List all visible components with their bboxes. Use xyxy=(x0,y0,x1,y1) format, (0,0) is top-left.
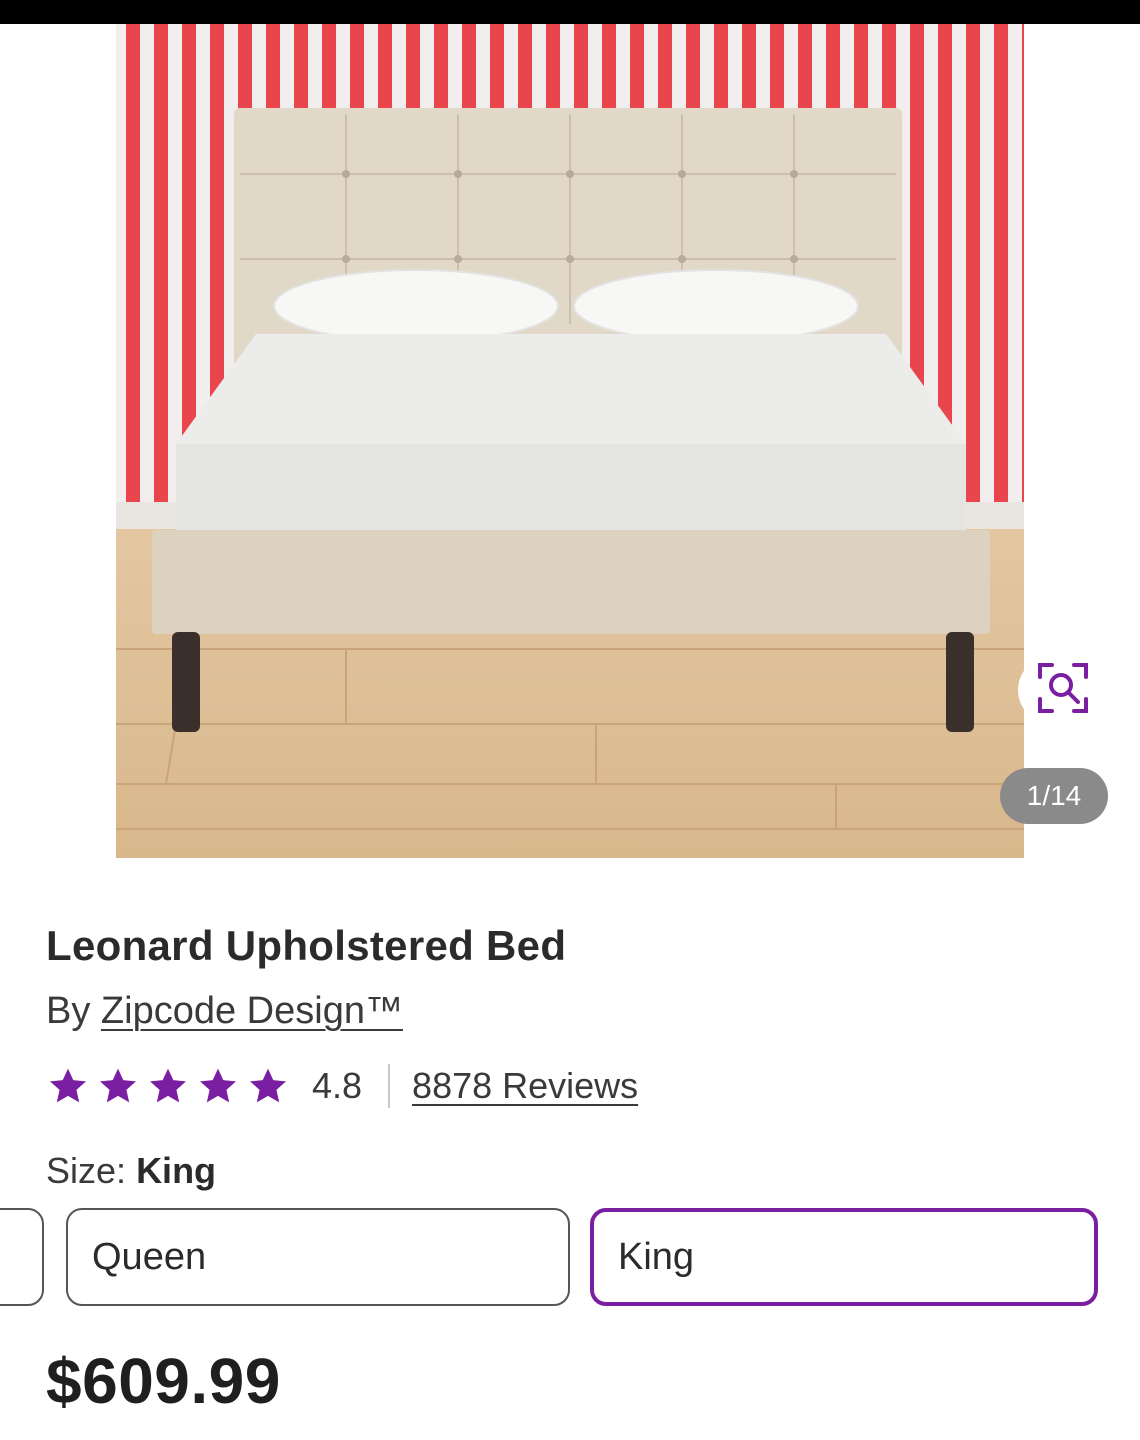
zoom-search-icon xyxy=(1036,661,1090,720)
star-icon xyxy=(100,1068,136,1103)
star-icon xyxy=(50,1068,86,1103)
bed-illustration xyxy=(116,24,1024,858)
brand-line: By Zipcode Design™ xyxy=(46,990,403,1033)
star-icon xyxy=(250,1068,286,1103)
image-counter: 1/14 xyxy=(1000,768,1108,824)
status-bar xyxy=(0,0,1140,24)
brand-prefix: By xyxy=(46,990,91,1032)
reviews-link[interactable]: 8878 Reviews xyxy=(412,1065,638,1107)
price: $609.99 xyxy=(46,1345,281,1417)
size-label-text: Size: xyxy=(46,1150,127,1191)
product-title: Leonard Upholstered Bed xyxy=(46,922,567,969)
star-icon xyxy=(200,1068,236,1103)
size-option-queen[interactable]: Queen xyxy=(66,1208,570,1306)
zoom-button[interactable] xyxy=(1018,656,1128,724)
star-icon xyxy=(150,1068,186,1103)
brand-link[interactable]: Zipcode Design™ xyxy=(101,990,403,1032)
star-rating xyxy=(46,1064,290,1108)
rating-row: 4.8 8878 Reviews xyxy=(46,1060,638,1112)
divider xyxy=(388,1064,391,1108)
size-option-previous[interactable] xyxy=(0,1208,44,1306)
size-option-king[interactable]: King xyxy=(590,1208,1098,1306)
product-photo[interactable] xyxy=(116,24,1024,858)
selected-size: King xyxy=(136,1150,217,1191)
size-label: Size: King xyxy=(46,1150,216,1192)
rating-value: 4.8 xyxy=(312,1065,363,1106)
